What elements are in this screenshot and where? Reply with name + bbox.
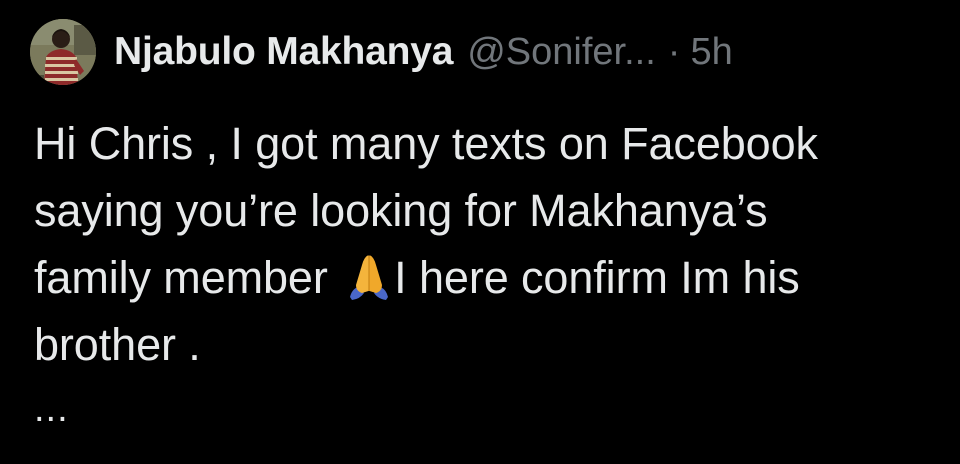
- folded-hands-emoji-icon: [350, 255, 389, 300]
- tweet-text-line: saying you’re looking for Makhanya’s: [34, 185, 768, 236]
- tweet-text-line: Hi Chris , I got many texts on Facebook: [34, 118, 818, 169]
- tweet-text-line: brother .: [34, 319, 201, 370]
- author-handle[interactable]: @Sonifer...: [467, 31, 656, 74]
- show-more-ellipsis[interactable]: ...: [34, 388, 69, 431]
- avatar-photo-icon: [30, 19, 96, 85]
- tweet-text-segment: family member: [34, 252, 341, 303]
- tweet-timestamp[interactable]: 5h: [690, 31, 732, 74]
- author-avatar[interactable]: [30, 19, 96, 85]
- tweet-text-segment: I here confirm Im his: [394, 252, 800, 303]
- tweet-text: Hi Chris , I got many texts on Facebook …: [34, 110, 934, 378]
- tweet-text-line: family member I here confirm Im his: [34, 244, 934, 311]
- author-display-name[interactable]: Njabulo Makhanya: [114, 30, 453, 74]
- tweet-card[interactable]: Njabulo Makhanya @Sonifer... · 5h Hi Chr…: [0, 0, 960, 464]
- separator-dot: ·: [667, 30, 681, 73]
- tweet-header: Njabulo Makhanya @Sonifer... · 5h: [30, 18, 733, 86]
